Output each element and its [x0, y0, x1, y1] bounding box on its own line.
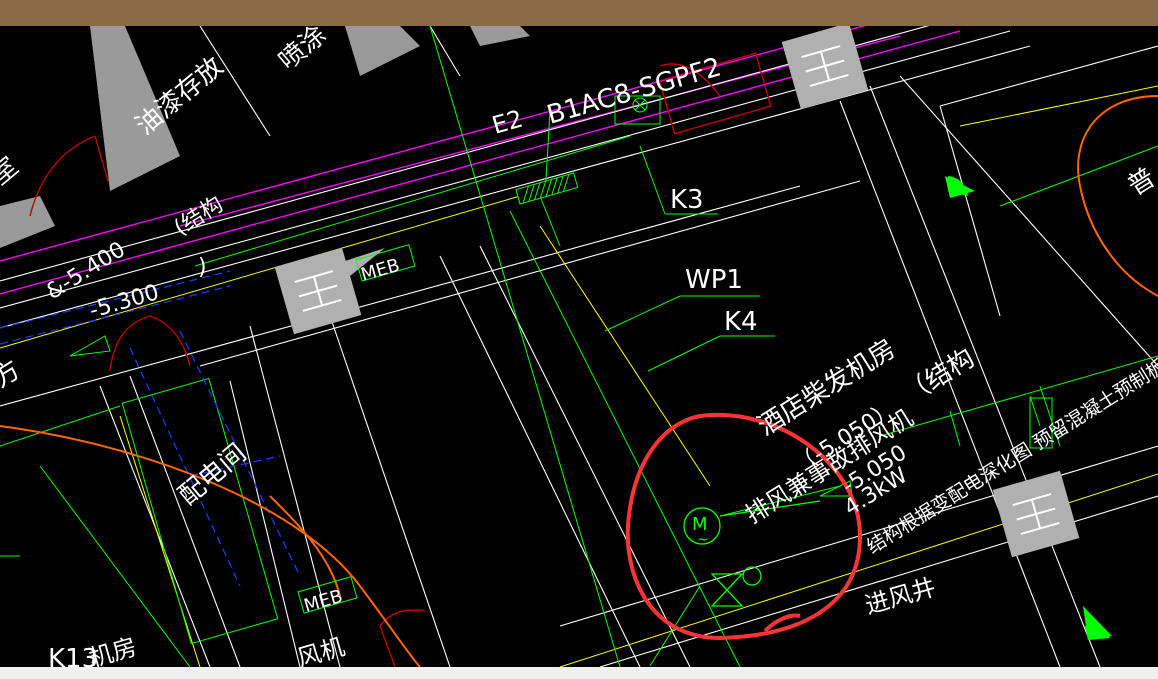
label-elev-5300: -5.300	[87, 280, 162, 324]
meb-boxes	[297, 244, 1053, 614]
label-room-pen: 喷涂	[273, 26, 332, 76]
label-riser-e2: E2	[489, 104, 526, 139]
label-motor-wave: ~	[697, 532, 709, 548]
column-block-right	[992, 470, 1080, 558]
label-room-jifang: 机房	[86, 633, 140, 667]
cad-window: 油漆存放 室 喷涂 B1AC8-SGPF2 E2 K3 WP1 K4 K13 &…	[0, 0, 1158, 679]
drawing-labels: 油漆存放 室 喷涂 B1AC8-SGPF2 E2 K3 WP1 K4 K13 &…	[0, 20, 1158, 674]
drawing-canvas[interactable]: 油漆存放 室 喷涂 B1AC8-SGPF2 E2 K3 WP1 K4 K13 &…	[0, 5, 1158, 674]
label-intake-shaft: 进风井	[862, 573, 939, 620]
label-paren-close: )	[198, 255, 207, 280]
label-room-fang: 方	[0, 355, 26, 394]
label-room-shi: 室	[0, 152, 24, 192]
aux-lines	[0, 85, 1158, 668]
label-meb-bottom: MEB	[302, 586, 346, 617]
label-tag-k4: K4	[724, 307, 758, 337]
label-jiegou-right: （结构	[898, 343, 980, 410]
hatched-duct	[515, 172, 579, 205]
label-tag-k3: K3	[670, 185, 704, 215]
label-room-fengji: 风机	[294, 633, 348, 667]
bottom-status-strip	[0, 667, 1158, 679]
title-bar	[0, 0, 1158, 26]
label-room-power: 配电间	[173, 438, 252, 511]
structure-columns	[274, 22, 1080, 558]
drawing-svg[interactable]: 油漆存放 室 喷涂 B1AC8-SGPF2 E2 K3 WP1 K4 K13 &…	[0, 5, 1158, 674]
label-tag-wp1: WP1	[685, 265, 743, 295]
label-duct-code: B1AC8-SGPF2	[544, 52, 725, 130]
label-room-pu: 普	[1123, 163, 1158, 202]
column-block-top-right	[781, 22, 869, 110]
